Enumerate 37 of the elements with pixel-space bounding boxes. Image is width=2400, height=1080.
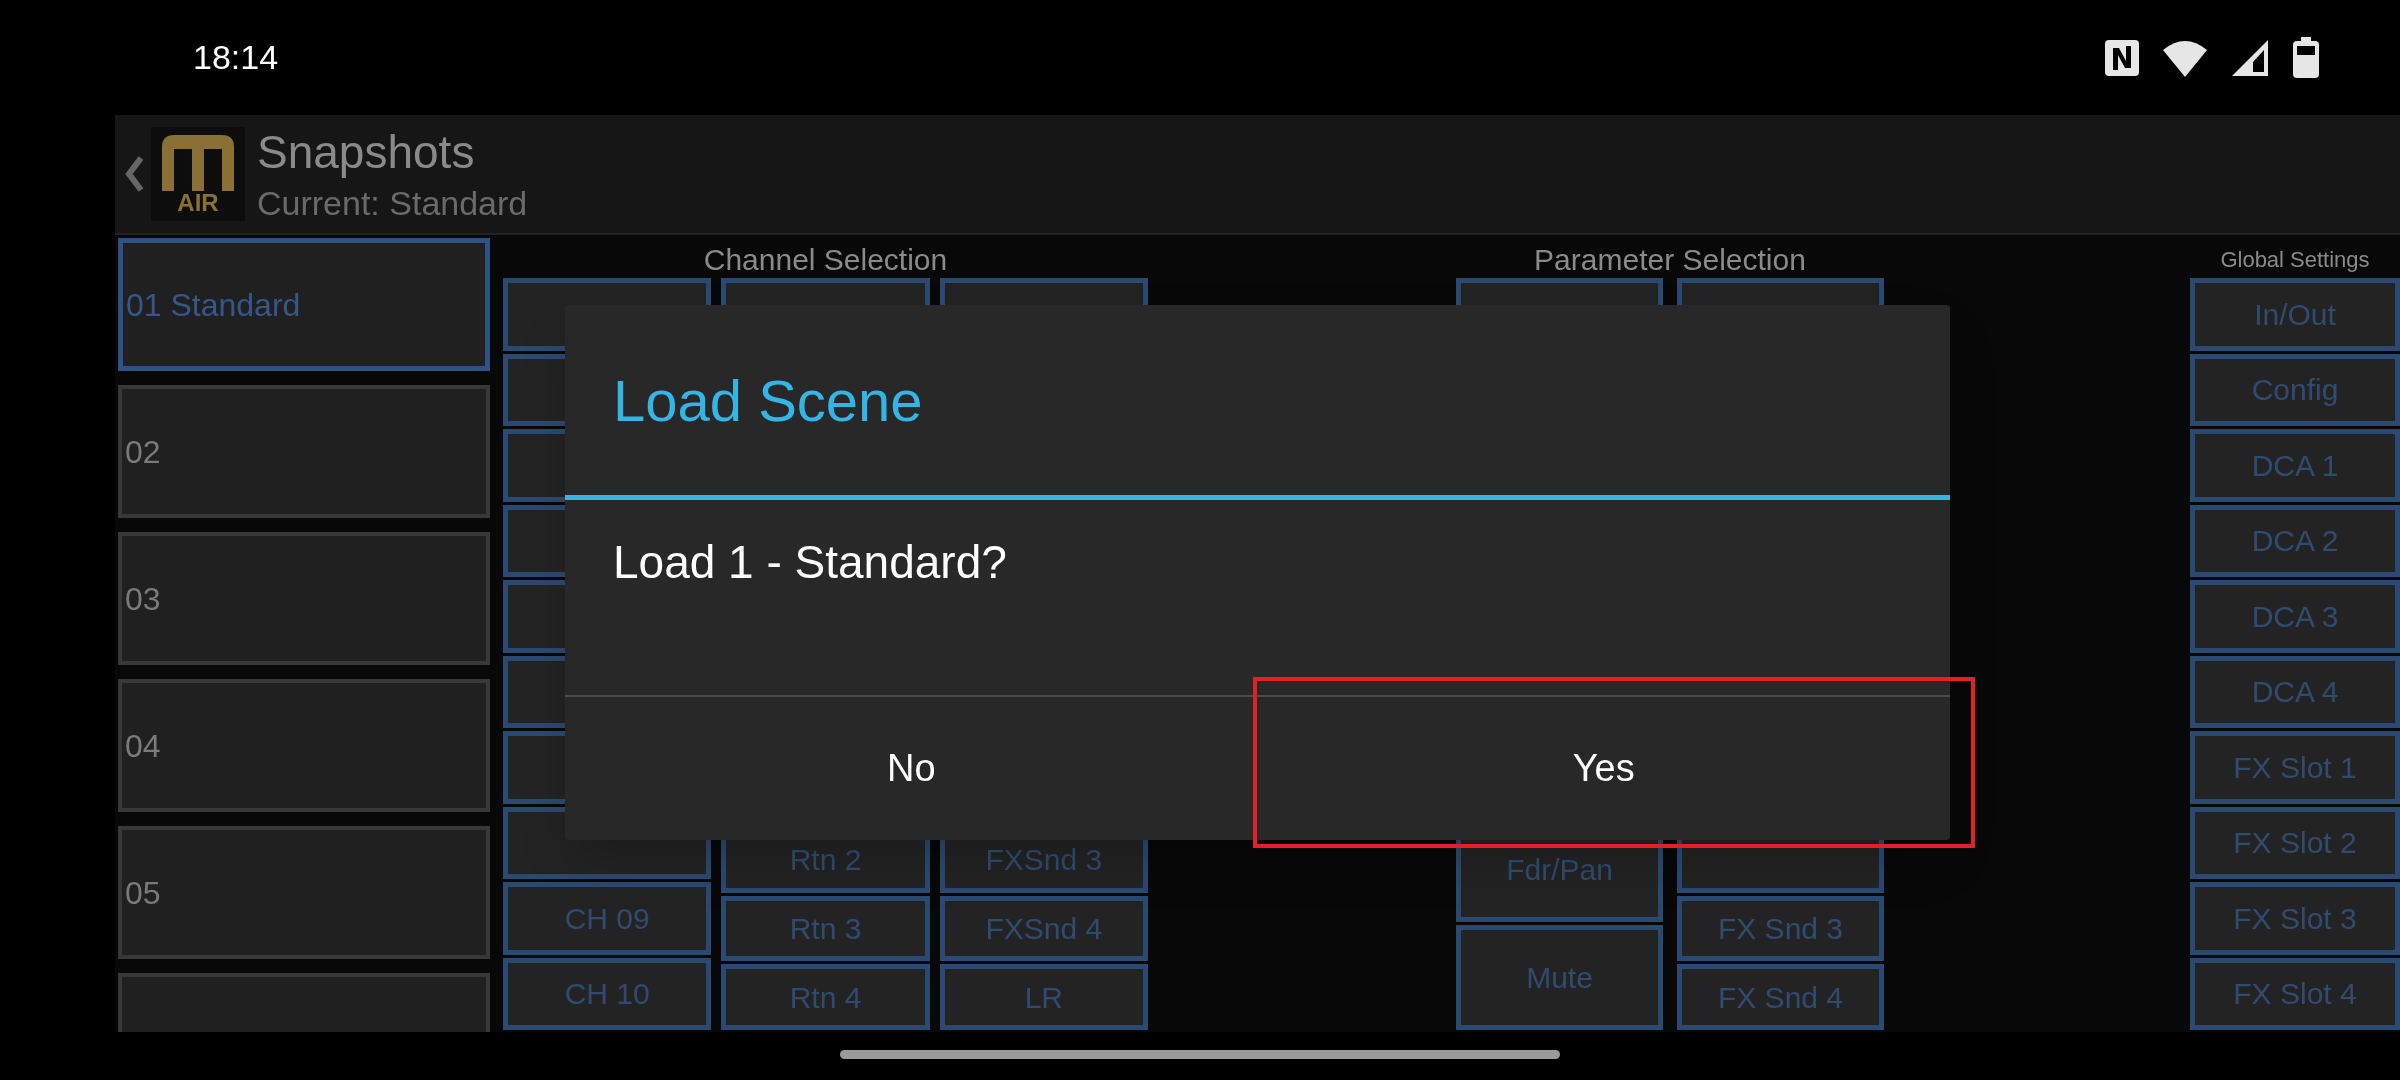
selection-button[interactable]: Rtn 3 <box>721 895 930 962</box>
battery-icon <box>2292 36 2320 79</box>
selection-button[interactable]: CH 10 <box>503 957 712 1030</box>
snapshot-slot[interactable]: 05 <box>118 826 490 959</box>
section-title: Parameter Selection <box>1533 242 1807 278</box>
snapshot-slot[interactable]: 04 <box>118 679 490 812</box>
selection-button[interactable]: FX Snd 4 <box>1677 964 1884 1031</box>
home-indicator[interactable] <box>840 1050 1560 1059</box>
selection-button[interactable]: FX Snd 3 <box>1677 895 1884 962</box>
selection-button[interactable]: LR <box>939 964 1148 1031</box>
selection-button[interactable]: In/Out <box>2190 278 2400 351</box>
snapshot-slot[interactable]: 02 <box>118 385 490 518</box>
snapshot-slot[interactable]: 03 <box>118 532 490 665</box>
selection-button[interactable]: DCA 1 <box>2190 429 2400 502</box>
dialog-message: Load 1 - Standard? <box>613 536 1007 588</box>
back-chevron-icon[interactable] <box>123 154 145 194</box>
selection-button[interactable]: FX Slot 3 <box>2190 882 2400 955</box>
selection-button[interactable]: FXSnd 4 <box>939 895 1148 962</box>
selection-button[interactable]: CH 09 <box>503 882 712 955</box>
selection-button[interactable]: Rtn 4 <box>721 964 930 1031</box>
snapshot-slot[interactable]: 01 Standard <box>118 238 490 371</box>
selection-button[interactable]: Config <box>2190 353 2400 426</box>
selection-button[interactable]: FX Slot 2 <box>2190 806 2400 879</box>
current-scene-label: Current: Standard <box>257 182 528 224</box>
selection-button[interactable]: DCA 4 <box>2190 655 2400 728</box>
screen-title: Snapshots <box>257 125 476 180</box>
logo-text: AIR <box>177 191 219 215</box>
selection-button[interactable]: FX Slot 1 <box>2190 731 2400 804</box>
selection-button[interactable]: DCA 3 <box>2190 580 2400 653</box>
status-time: 18:14 <box>193 37 279 78</box>
section-title: Global Settings <box>2219 246 2371 274</box>
selection-button[interactable]: FX Slot 4 <box>2190 957 2400 1030</box>
dialog-title: Load Scene <box>613 366 923 435</box>
section-title: Channel Selection <box>702 242 949 278</box>
selection-button[interactable]: Mute <box>1456 925 1663 1030</box>
nfc-icon <box>2104 37 2140 78</box>
selection-button[interactable]: DCA 2 <box>2190 504 2400 577</box>
